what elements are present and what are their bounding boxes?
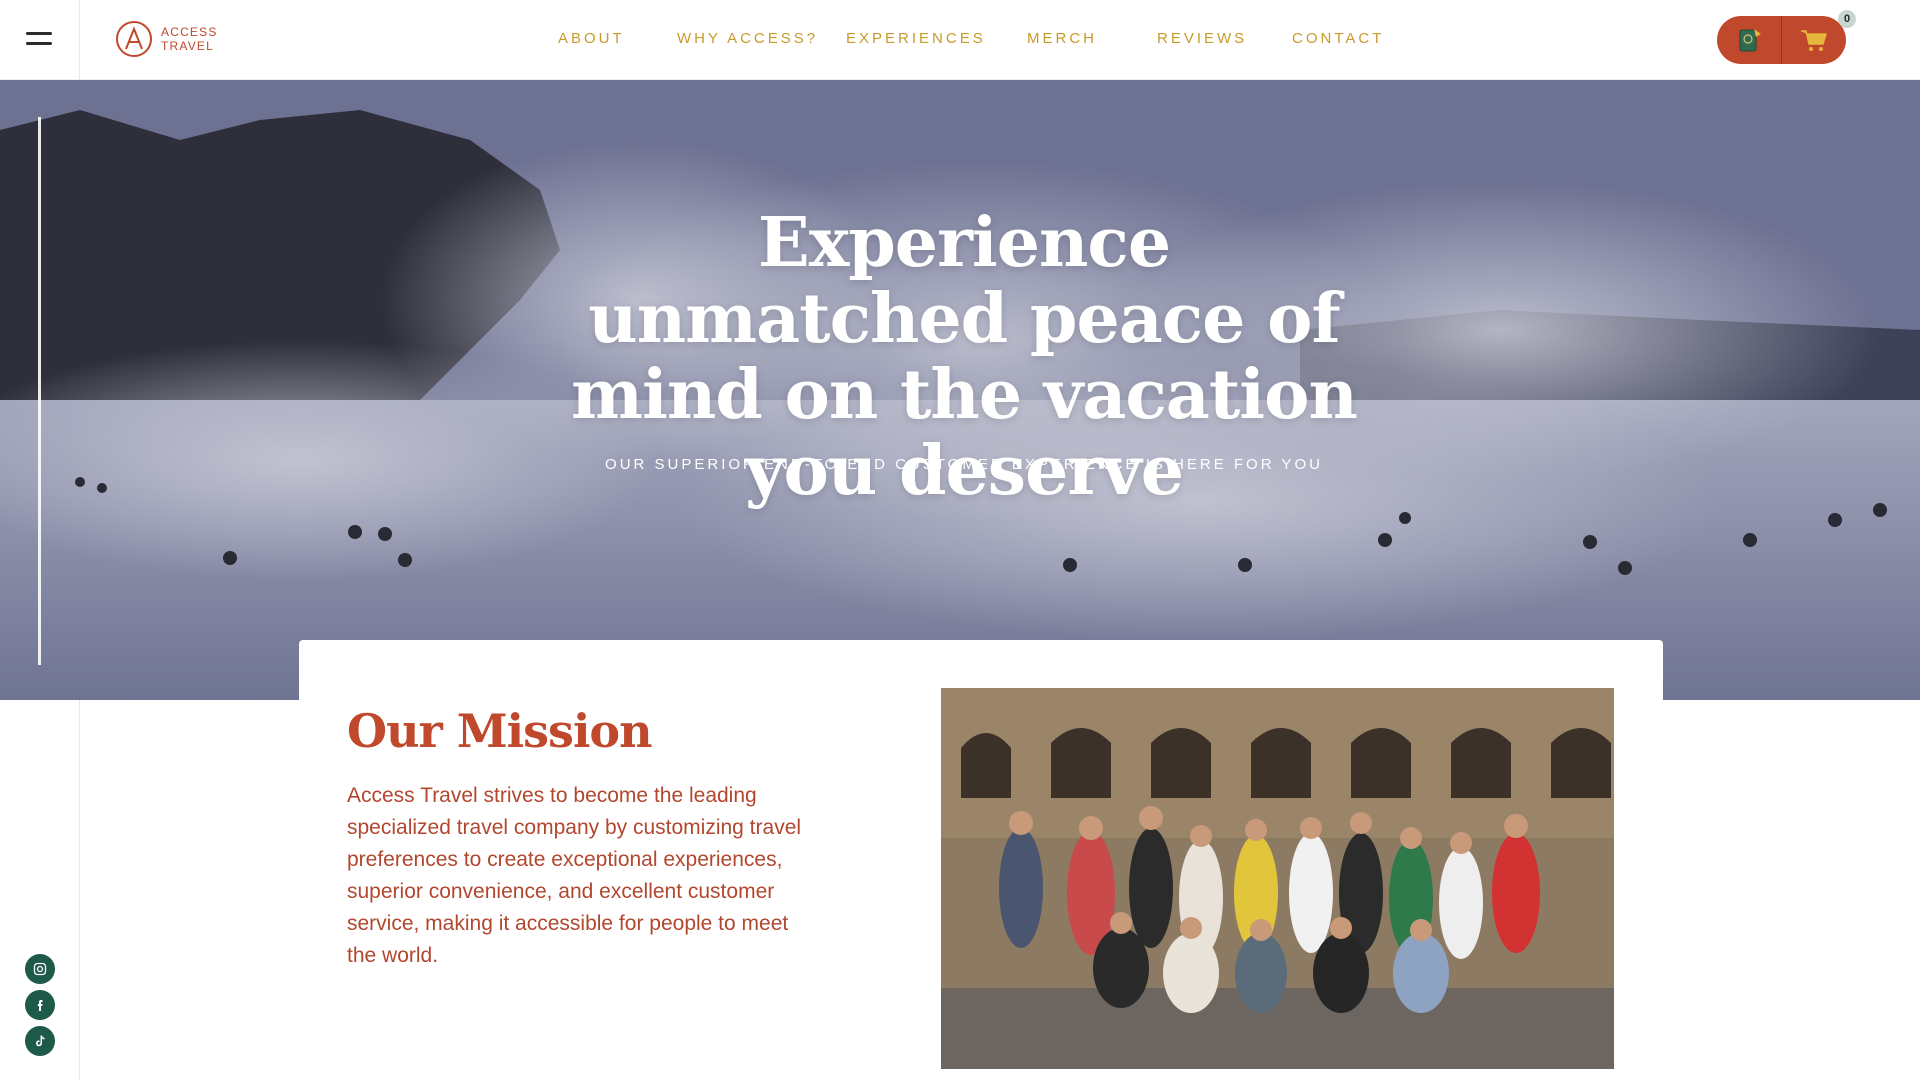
colosseum-group-image (941, 688, 1614, 1069)
main-nav: ABOUT WHY ACCESS? EXPERIENCES MERCH REVI… (0, 30, 1920, 50)
tiktok-icon (36, 1035, 45, 1047)
nav-contact[interactable]: CONTACT (1292, 30, 1384, 47)
facebook-icon (37, 1000, 43, 1011)
mission-text: Access Travel strives to become the lead… (347, 784, 802, 967)
mission-card: Our Mission Access Travel strives to bec… (299, 640, 1663, 1080)
facebook-button[interactable] (25, 990, 55, 1020)
cart-button[interactable] (1782, 16, 1846, 64)
nav-about[interactable]: ABOUT (558, 30, 625, 47)
hero-section: Experience unmatched peace of mind on th… (0, 80, 1920, 700)
nav-why-access[interactable]: WHY ACCESS? (677, 30, 818, 47)
tiktok-button[interactable] (25, 1026, 55, 1056)
nav-merch[interactable]: MERCH (1027, 30, 1097, 47)
nav-experiences[interactable]: EXPERIENCES (846, 30, 986, 47)
cart-icon (1801, 30, 1827, 51)
cart-count-badge: 0 (1838, 10, 1856, 28)
passport-button[interactable] (1717, 16, 1782, 64)
hero-scroll-line (38, 117, 41, 665)
group-photo (941, 688, 1614, 1069)
mission-title: Our Mission (347, 704, 653, 758)
site-header: ACCESS TRAVEL ABOUT WHY ACCESS? EXPERIEN… (0, 0, 1920, 80)
nav-reviews[interactable]: REVIEWS (1157, 30, 1247, 47)
passport-icon (1739, 29, 1761, 52)
header-actions: 0 (1717, 10, 1856, 64)
instagram-button[interactable] (25, 954, 55, 984)
instagram-icon (33, 962, 47, 976)
hero-subtitle: OUR SUPERIOR END-TO-END CUSTOMER EXPERIE… (605, 456, 1323, 473)
